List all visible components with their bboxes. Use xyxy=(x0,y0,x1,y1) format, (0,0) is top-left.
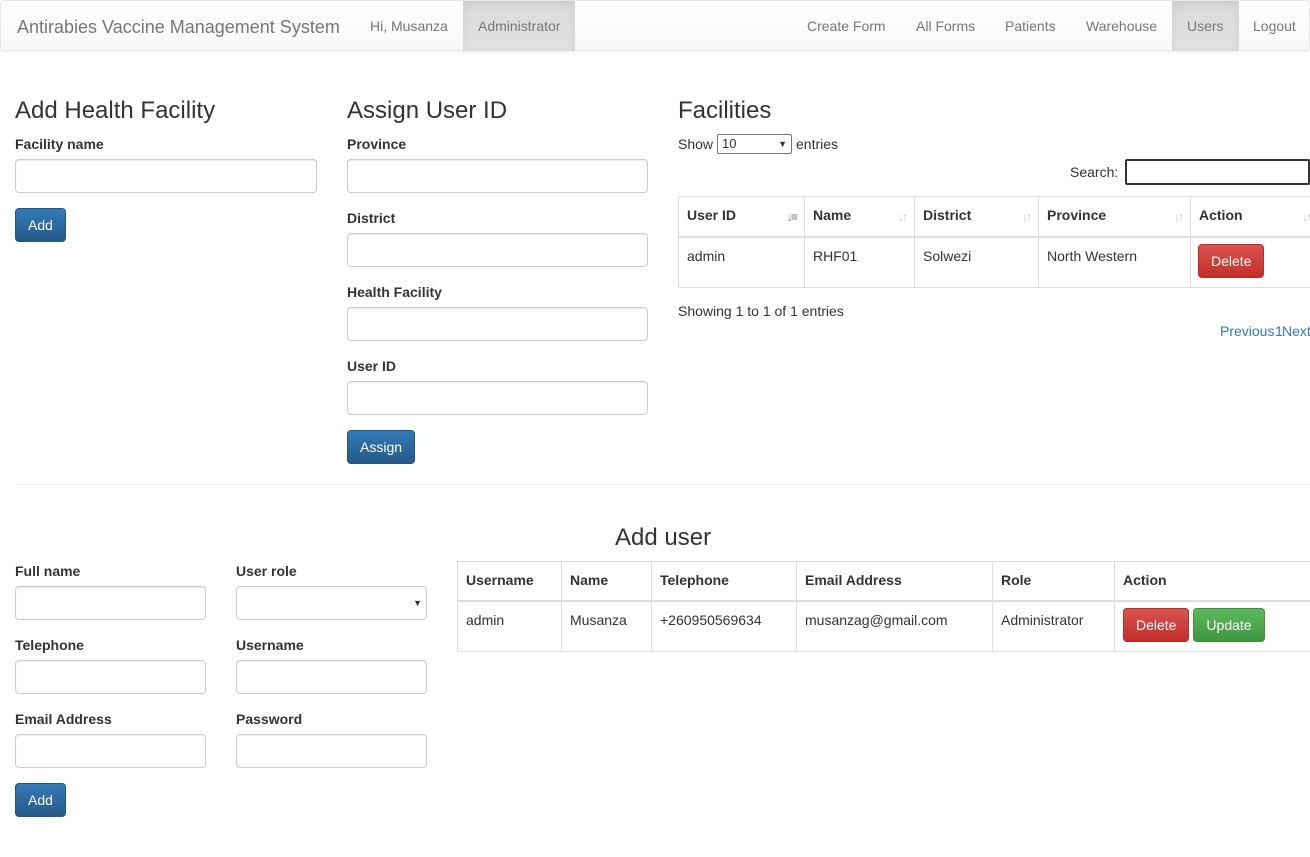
cell-telephone: +260950569634 xyxy=(651,600,797,652)
nav-warehouse[interactable]: Warehouse xyxy=(1071,1,1172,51)
add-user-heading: Add user xyxy=(615,524,712,551)
province-input[interactable] xyxy=(347,159,648,193)
cell-district: Solwezi xyxy=(914,236,1039,288)
password-input[interactable] xyxy=(236,734,427,768)
col-action[interactable]: Action ↓↑ xyxy=(1190,196,1310,238)
nav-administrator[interactable]: Administrator xyxy=(463,1,576,51)
col-telephone: Telephone xyxy=(651,561,797,602)
page-size-select[interactable]: 10 ▼ xyxy=(717,134,792,154)
navbar: Antirabies Vaccine Management System Hi,… xyxy=(0,0,1310,51)
sort-asc-icon: ↓≡ xyxy=(786,210,798,224)
col-action: Action xyxy=(1114,561,1310,602)
telephone-label: Telephone xyxy=(15,637,84,653)
cell-user-id: admin xyxy=(678,236,805,288)
next-link[interactable]: Next xyxy=(1282,323,1310,339)
username-input[interactable] xyxy=(236,660,427,694)
col-user-id[interactable]: User ID ↓≡ xyxy=(678,196,805,238)
telephone-input[interactable] xyxy=(15,660,206,694)
divider xyxy=(15,484,1310,485)
assign-userid-heading: Assign User ID xyxy=(347,97,508,124)
sort-icon: ↓↑ xyxy=(1302,210,1310,224)
cell-province: North Western xyxy=(1038,236,1191,288)
cell-username: admin xyxy=(457,600,562,652)
col-name[interactable]: Name ↓↑ xyxy=(804,196,915,238)
col-action-label: Action xyxy=(1199,207,1243,223)
sort-icon: ↓↑ xyxy=(1022,210,1032,224)
user-id-input[interactable] xyxy=(347,381,648,415)
page-size-value: 10 xyxy=(722,136,737,151)
assign-button[interactable]: Assign xyxy=(347,430,415,464)
cell-email: musanzag@gmail.com xyxy=(796,600,993,652)
nav-greeting[interactable]: Hi, Musanza xyxy=(355,1,463,51)
facility-name-label: Facility name xyxy=(15,136,104,152)
province-label: Province xyxy=(347,136,407,152)
col-province[interactable]: Province ↓↑ xyxy=(1038,196,1191,238)
user-role-label: User role xyxy=(236,563,297,579)
search-input[interactable] xyxy=(1125,159,1310,185)
brand-title[interactable]: Antirabies Vaccine Management System xyxy=(17,17,340,37)
full-name-label: Full name xyxy=(15,563,81,579)
entries-label: entries xyxy=(796,136,839,152)
nav-logout[interactable]: Logout xyxy=(1238,1,1310,51)
password-label: Password xyxy=(236,711,303,727)
col-province-label: Province xyxy=(1047,207,1107,223)
nav-users[interactable]: Users xyxy=(1172,1,1239,51)
delete-user-button[interactable]: Delete xyxy=(1123,608,1189,642)
col-district[interactable]: District ↓↑ xyxy=(914,196,1039,238)
user-id-label: User ID xyxy=(347,358,397,374)
district-label: District xyxy=(347,210,396,226)
health-facility-input[interactable] xyxy=(347,307,648,341)
email-input[interactable] xyxy=(15,734,206,768)
col-name-label: Name xyxy=(813,207,852,223)
show-label: Show xyxy=(678,136,714,152)
sort-icon: ↓↑ xyxy=(1174,210,1184,224)
full-name-input[interactable] xyxy=(15,586,206,620)
chevron-down-icon: ▼ xyxy=(413,598,422,608)
username-label: Username xyxy=(236,637,304,653)
add-facility-heading: Add Health Facility xyxy=(15,97,216,124)
cell-name: RHF01 xyxy=(804,236,915,288)
add-facility-button[interactable]: Add xyxy=(15,208,66,242)
col-user-id-label: User ID xyxy=(687,207,737,223)
facilities-heading: Facilities xyxy=(678,97,772,124)
table-header-row: Username Name Telephone Email Address Ro… xyxy=(457,561,1310,602)
cell-name: Musanza xyxy=(561,600,652,652)
cell-role: Administrator xyxy=(992,600,1115,652)
nav-create-form[interactable]: Create Form xyxy=(792,1,901,51)
delete-facility-button[interactable]: Delete xyxy=(1198,244,1264,278)
district-input[interactable] xyxy=(347,233,648,267)
col-name: Name xyxy=(561,561,652,602)
user-role-select[interactable]: ▼ xyxy=(236,586,427,620)
facility-name-input[interactable] xyxy=(15,159,317,193)
col-email: Email Address xyxy=(796,561,993,602)
col-role: Role xyxy=(992,561,1115,602)
search-label: Search: xyxy=(1070,164,1119,180)
previous-link[interactable]: Previous xyxy=(1220,323,1274,339)
add-user-button[interactable]: Add xyxy=(15,783,66,817)
col-district-label: District xyxy=(923,207,972,223)
table-header-row: User ID ↓≡ Name ↓↑ District ↓↑ Province ↓↑ A… xyxy=(678,196,1310,238)
nav-all-forms[interactable]: All Forms xyxy=(901,1,990,51)
email-label: Email Address xyxy=(15,711,112,727)
col-username: Username xyxy=(457,561,562,602)
nav-patients[interactable]: Patients xyxy=(990,1,1071,51)
table-info: Showing 1 to 1 of 1 entries xyxy=(678,303,844,319)
chevron-down-icon: ▼ xyxy=(778,139,787,149)
health-facility-label: Health Facility xyxy=(347,284,442,300)
update-user-button[interactable]: Update xyxy=(1193,608,1265,642)
sort-icon: ↓↑ xyxy=(898,210,908,224)
